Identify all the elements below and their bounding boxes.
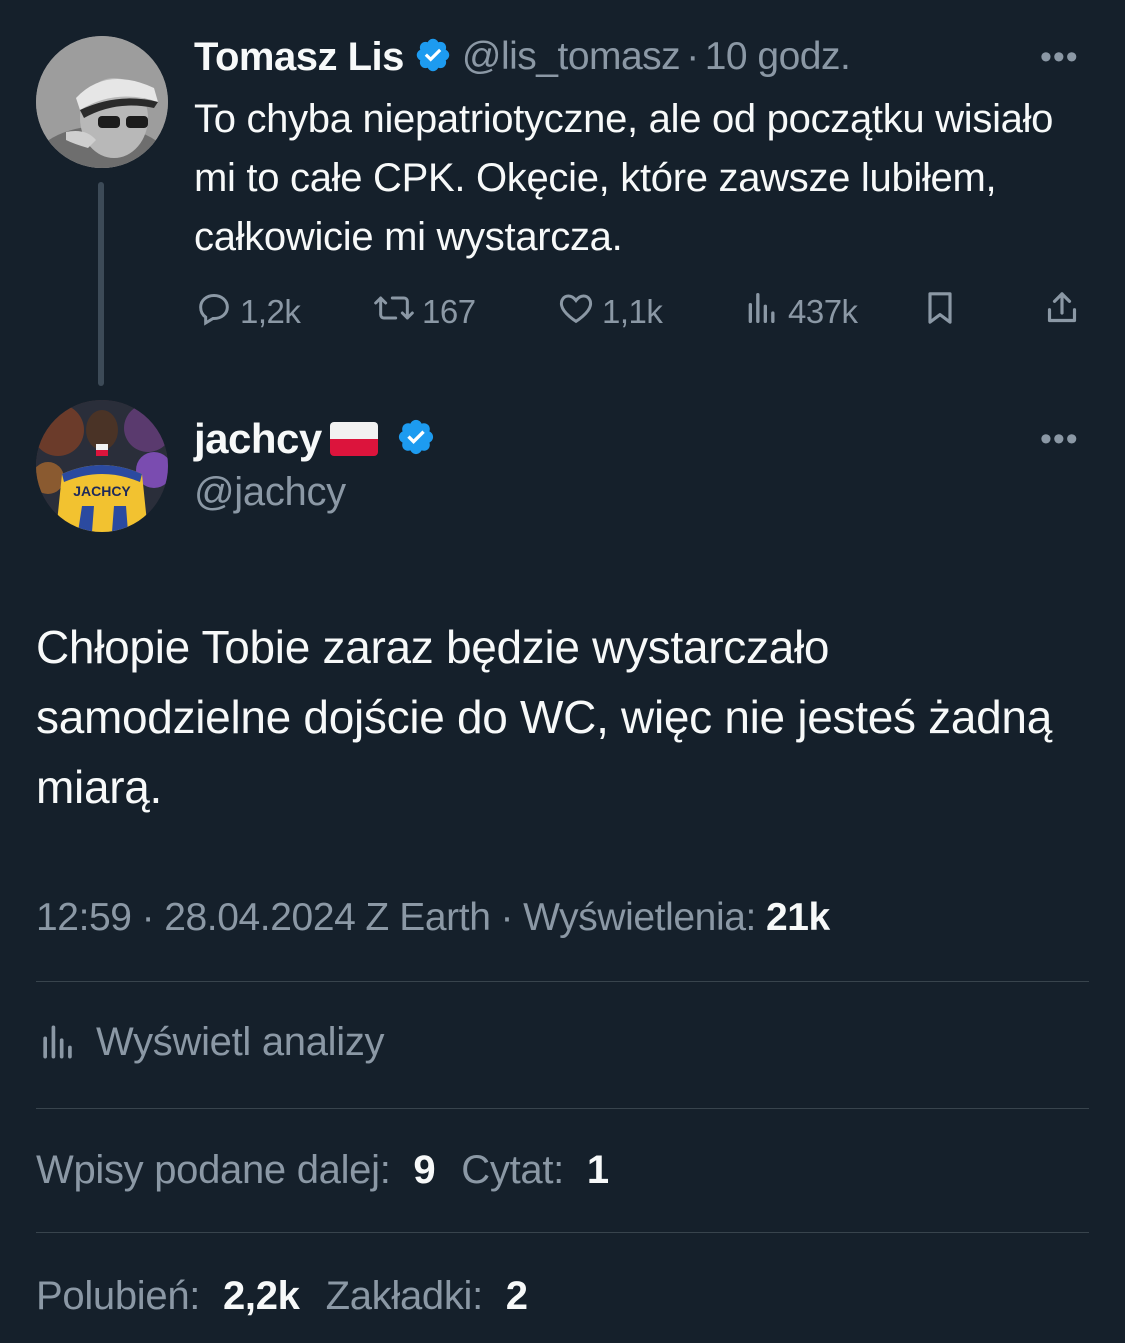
- jersey-name-text: JACHCY: [73, 483, 131, 499]
- analytics-bars-icon: [742, 288, 788, 336]
- like-count: 1,1k: [602, 293, 663, 330]
- retweet-button[interactable]: 167: [372, 288, 476, 336]
- like-stats: Polubień: 2,2k Zakładki: 2: [36, 1268, 554, 1324]
- share-icon: [1042, 288, 1088, 336]
- thread-connector-line: [98, 182, 104, 386]
- tweet-time[interactable]: 12:59: [36, 896, 132, 940]
- view-count: 437k: [788, 293, 858, 330]
- tweet-action-bar: 1,2k 167 1,1k 437k: [194, 288, 1084, 336]
- divider: [36, 1232, 1089, 1233]
- separator-dot: ·: [500, 896, 514, 939]
- bookmarks-link[interactable]: Zakładki: 2: [326, 1274, 554, 1319]
- reposts-label: Wpisy podane dalej:: [36, 1147, 391, 1192]
- retweet-count: 167: [422, 293, 476, 330]
- author-handle[interactable]: @lis_tomasz: [462, 35, 681, 79]
- repost-stats: Wpisy podane dalej: 9 Cytat: 1: [36, 1142, 635, 1198]
- views-value: 21k: [765, 896, 830, 939]
- verified-badge-icon: [414, 36, 452, 79]
- likes-label: Polubień:: [36, 1273, 201, 1318]
- quotes-link[interactable]: Cytat: 1: [461, 1148, 634, 1193]
- views-button[interactable]: 437k: [742, 288, 858, 336]
- author-name[interactable]: Tomasz Lis: [194, 35, 404, 80]
- more-options-icon[interactable]: •••: [1040, 38, 1079, 77]
- separator-dot: ·: [686, 35, 699, 78]
- analytics-bars-icon: [36, 1020, 80, 1064]
- author-handle[interactable]: @jachcy: [194, 470, 346, 515]
- tweet-meta: 12:59 · 28.04.2024 Z Earth · Wyświetleni…: [36, 892, 830, 944]
- more-options-icon[interactable]: •••: [1040, 420, 1079, 459]
- quotes-value: 1: [586, 1147, 609, 1192]
- heart-icon: [556, 288, 602, 336]
- poland-flag-icon: [329, 422, 378, 456]
- parent-tweet-text: To chyba niepatriotyczne, ale od początk…: [194, 97, 1054, 259]
- like-button[interactable]: 1,1k: [556, 288, 663, 336]
- avatar-jachcy[interactable]: JACHCY: [36, 400, 168, 532]
- reply-tweet-text: Chłopie Tobie zaraz będzie wystarczało s…: [36, 621, 1052, 813]
- reposts-value: 9: [413, 1147, 436, 1192]
- share-button[interactable]: [1042, 288, 1088, 336]
- parent-tweet-header: Tomasz Lis @lis_tomasz · 10 godz.: [194, 32, 851, 82]
- tweet-source[interactable]: Z Earth: [365, 896, 490, 940]
- reply-button[interactable]: 1,2k: [194, 288, 301, 336]
- view-analytics-label: Wyświetl analizy: [96, 1019, 385, 1064]
- reposts-link[interactable]: Wpisy podane dalej: 9: [36, 1148, 461, 1193]
- bookmarks-value: 2: [505, 1273, 528, 1318]
- likes-link[interactable]: Polubień: 2,2k: [36, 1274, 326, 1319]
- divider: [36, 981, 1089, 982]
- tweet-date[interactable]: 28.04.2024: [164, 896, 356, 940]
- retweet-icon: [372, 288, 422, 336]
- separator-dot: ·: [141, 896, 155, 939]
- reply-icon: [194, 288, 240, 336]
- reply-author-line: jachcy: [194, 414, 446, 464]
- reply-count: 1,2k: [240, 293, 301, 330]
- tweet-timestamp[interactable]: 10 godz.: [705, 35, 851, 79]
- bookmarks-label: Zakładki:: [325, 1273, 484, 1318]
- likes-value: 2,2k: [222, 1273, 300, 1318]
- bookmark-button[interactable]: [920, 288, 966, 336]
- verified-badge-icon: [396, 417, 436, 462]
- avatar-tomasz-lis[interactable]: [36, 36, 168, 168]
- views-label: Wyświetlenia:: [523, 896, 756, 939]
- author-name[interactable]: jachcy: [194, 415, 322, 463]
- quotes-label: Cytat:: [461, 1147, 564, 1192]
- bookmark-icon: [920, 288, 966, 336]
- divider: [36, 1108, 1089, 1109]
- view-analytics-button[interactable]: Wyświetl analizy: [36, 1014, 385, 1070]
